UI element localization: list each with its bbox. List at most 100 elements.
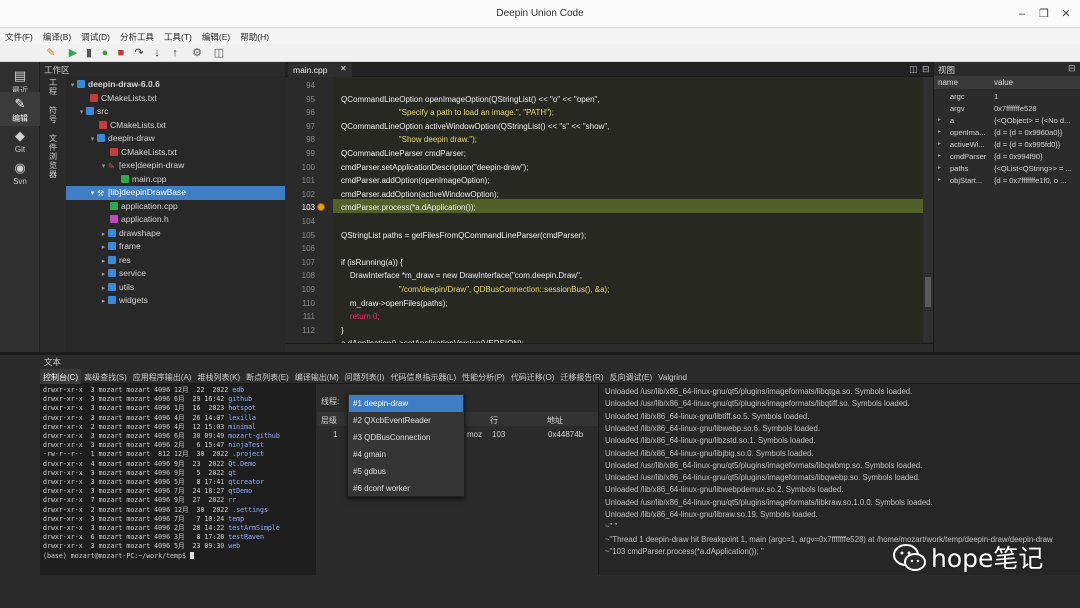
breakpoint-icon[interactable] [317, 203, 325, 211]
close-panel-icon[interactable]: ⊟ [1068, 63, 1076, 74]
chevron-right-icon[interactable]: ▸ [938, 127, 941, 139]
tree-item-label: CMakeLists.txt [121, 146, 177, 157]
menu-analysis[interactable]: 分析工具 [115, 28, 159, 44]
workspace-vertical-tabs: 工程 符号 文件浏览器 [44, 76, 62, 346]
minimize-icon[interactable]: – [1014, 6, 1030, 22]
terminal-prompt[interactable]: (base) mozart@mozart-PC:~/work/temp$ [43, 551, 194, 561]
folder-icon [108, 282, 116, 291]
variable-row[interactable]: ▸ objStart... {d = 0x7fffffffe1f0, o ... [934, 175, 1080, 187]
terminal-line: drwxr-xr-x 2 mozart mozart 4096 4月 12 15… [43, 423, 256, 432]
thread-option[interactable]: #5 gdbus [349, 463, 463, 480]
close-icon[interactable]: ✕ [1058, 6, 1074, 22]
tree-item[interactable]: ▾ deepin-draw [66, 132, 285, 146]
thread-option[interactable]: #4 gmain [349, 446, 463, 463]
chevron-right-icon[interactable]: ▸ [938, 139, 941, 151]
tab-advanced-search[interactable]: 高级查找(S) [81, 369, 130, 384]
tab-symbols[interactable]: 符号 [47, 106, 59, 124]
build-icon[interactable]: ✎ [44, 46, 58, 60]
thread-option[interactable]: #1 deepin-draw [349, 395, 463, 412]
terminal-line: drwxr-xr-x 3 mozart mozart 4096 6月 30 09… [43, 432, 280, 441]
chevron-right-icon[interactable]: ▸ [938, 163, 941, 175]
close-tab-icon[interactable]: ✕ [340, 64, 347, 73]
search-icon[interactable]: ◫ [212, 46, 226, 60]
tree-item[interactable]: ▸ drawshape [66, 227, 285, 241]
tab-stack[interactable]: 堆栈列表(K) [194, 369, 243, 384]
split-icon[interactable]: ◫ [909, 64, 918, 75]
variable-row[interactable]: ▸ cmdParser {d = 0x994f90} [934, 151, 1080, 163]
tree-item[interactable]: ▾ src [66, 105, 285, 119]
run-debug-icon[interactable]: ▮ [82, 46, 96, 60]
tree-item[interactable]: ▸ res [66, 254, 285, 268]
header-file-icon [110, 215, 118, 223]
tree-item-selected[interactable]: ▾ ⚒ [lib]deepinDrawBase [66, 186, 285, 200]
tree-item[interactable]: ▾ ✎ [exe]deepin-draw [66, 159, 285, 173]
tab-performance[interactable]: 性能分析(P) [459, 369, 508, 384]
tab-problems[interactable]: 问题列表(I) [342, 369, 388, 384]
step-out-icon[interactable]: ↑ [168, 46, 182, 60]
tab-code-indicator[interactable]: 代码信息指示器(L) [387, 369, 459, 384]
tab-app-output[interactable]: 应用程序输出(A) [130, 369, 195, 384]
edit-button[interactable]: ✎ 编辑 [0, 92, 40, 126]
tab-build-output[interactable]: 编译输出(M) [292, 369, 342, 384]
tree-item[interactable]: CMakeLists.txt [66, 92, 285, 106]
thread-option[interactable]: #6 dconf worker [349, 480, 463, 497]
tab-code-porting[interactable]: 代码迁移(O) [508, 369, 558, 384]
close-split-icon[interactable]: ⊟ [922, 64, 930, 75]
variable-row[interactable]: ▸ a {<QObject> = {<No d... [934, 115, 1080, 127]
tab-project[interactable]: 工程 [47, 78, 59, 96]
chevron-right-icon[interactable]: ▸ [938, 115, 941, 127]
code-line: m_draw->openFiles(paths); [341, 298, 448, 308]
run-icon[interactable]: ▶ [66, 46, 80, 60]
continue-icon[interactable]: ● [98, 46, 112, 60]
menu-tools[interactable]: 工具(T) [159, 28, 197, 44]
tab-reverse-debug[interactable]: 反向调试(E) [606, 369, 655, 384]
tab-file-browser[interactable]: 文件浏览器 [47, 134, 59, 179]
menu-edit[interactable]: 编辑(E) [197, 28, 235, 44]
tab-breakpoints[interactable]: 断点列表(E) [243, 369, 292, 384]
variable-row[interactable]: ▸ paths {<QList<QString>> = ... [934, 163, 1080, 175]
tree-item[interactable]: application.cpp [66, 200, 285, 214]
editor-vertical-scrollbar[interactable] [923, 77, 933, 342]
menu-file[interactable]: 文件(F) [0, 28, 38, 44]
tree-item[interactable]: ▸ utils [66, 281, 285, 295]
chevron-right-icon[interactable]: ▸ [938, 151, 941, 163]
stop-icon[interactable]: ■ [114, 46, 128, 60]
tree-item[interactable]: ▸ widgets [66, 294, 285, 308]
terminal-line: drwxr-xr-x 3 mozart mozart 4096 5月 23 09… [43, 542, 240, 551]
tree-item[interactable]: main.cpp [66, 173, 285, 187]
tree-item[interactable]: ▸ frame [66, 240, 285, 254]
tab-main-cpp[interactable]: main.cpp ✕ [288, 63, 352, 77]
tab-porting-report[interactable]: 迁移报告(R) [557, 369, 606, 384]
tree-item[interactable]: CMakeLists.txt [66, 146, 285, 160]
menu-help[interactable]: 帮助(H) [235, 28, 274, 44]
variable-row[interactable]: argv 0x7fffffffe528 [934, 103, 1080, 115]
cmake-file-icon [90, 93, 98, 102]
thread-option[interactable]: #3 QDBusConnection [349, 429, 463, 446]
thread-option[interactable]: #2 QXcbEventReader [349, 412, 463, 429]
tree-item[interactable]: ▾ deepin-draw-6.0.6 [66, 78, 285, 92]
menu-debug[interactable]: 调试(D) [76, 28, 115, 44]
svn-button[interactable]: ◉ Svn [0, 156, 40, 190]
editor-horizontal-scrollbar[interactable] [285, 343, 933, 352]
tab-valgrind[interactable]: Valgrind [655, 370, 690, 385]
terminal[interactable]: drwxr-xr-x 3 mozart mozart 4096 12月 22 2… [40, 384, 316, 575]
variable-row[interactable]: ▸ openIma... {d = {d = 0x9960a0}} [934, 127, 1080, 139]
panel-splitter[interactable] [0, 352, 1080, 355]
tree-item[interactable]: ▸ service [66, 267, 285, 281]
variable-row[interactable]: ▸ activeWi... {d = {d = 0x995fd0}} [934, 139, 1080, 151]
step-over-icon[interactable]: ↷ [132, 46, 146, 60]
tree-item[interactable]: application.h [66, 213, 285, 227]
tree-item[interactable]: CMakeLists.txt [66, 119, 285, 133]
step-into-icon[interactable]: ↓ [150, 46, 164, 60]
thread-dropdown[interactable]: #1 deepin-draw #2 QXcbEventReader #3 QDB… [347, 393, 465, 497]
settings-icon[interactable]: ⚙ [190, 46, 204, 60]
tree-item-label: main.cpp [132, 173, 167, 184]
git-button[interactable]: ◆ Git [0, 124, 40, 158]
variable-row[interactable]: argc 1 [934, 91, 1080, 103]
tab-console[interactable]: 控制台(C) [40, 369, 82, 384]
menu-build[interactable]: 编译(B) [38, 28, 76, 44]
maximize-icon[interactable]: ❐ [1036, 6, 1052, 22]
chevron-right-icon[interactable]: ▸ [938, 175, 941, 187]
scroll-thumb[interactable] [925, 277, 931, 307]
terminal-entry: hotspot [228, 404, 257, 413]
